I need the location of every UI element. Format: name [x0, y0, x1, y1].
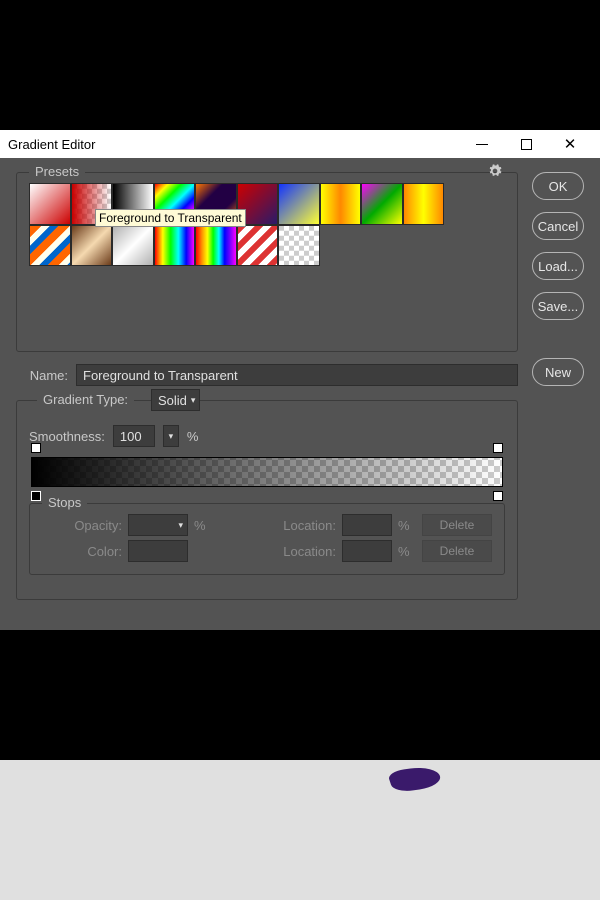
chevron-down-icon: ▾	[191, 395, 196, 406]
close-icon: ✕	[564, 135, 577, 153]
location-unit-1: %	[398, 518, 416, 533]
preset-swatch[interactable]	[29, 183, 71, 225]
save-button[interactable]: Save...	[532, 292, 584, 320]
gradient-bar[interactable]	[31, 457, 503, 487]
minimize-icon	[476, 144, 488, 145]
preset-tooltip: Foreground to Transparent	[95, 209, 246, 227]
gradient-preview[interactable]	[31, 457, 503, 487]
titlebar[interactable]: Gradient Editor ✕	[0, 130, 600, 158]
chevron-down-icon: ▾	[169, 431, 174, 442]
ok-button[interactable]: OK	[532, 172, 584, 200]
preset-swatch[interactable]	[71, 225, 113, 267]
color-label: Color:	[42, 544, 122, 559]
preset-swatch[interactable]	[195, 225, 237, 267]
color-swatch-input[interactable]	[128, 540, 188, 562]
smoothness-unit: %	[187, 429, 199, 444]
preset-swatch[interactable]	[361, 183, 403, 225]
location-unit-2: %	[398, 544, 416, 559]
chevron-down-icon: ▾	[178, 520, 183, 531]
new-button[interactable]: New	[532, 358, 584, 386]
preset-swatch[interactable]	[403, 183, 445, 225]
delete-opacity-stop-button[interactable]: Delete	[422, 514, 492, 536]
gradient-type-select[interactable]: Solid ▾	[151, 389, 200, 411]
name-row: Name:	[16, 364, 518, 386]
window-title: Gradient Editor	[8, 137, 460, 152]
gradient-editor-dialog: Gradient Editor ✕ Presets	[0, 130, 600, 630]
maximize-button[interactable]	[504, 130, 548, 158]
preset-swatch[interactable]	[154, 225, 196, 267]
name-label: Name:	[16, 368, 68, 383]
minimize-button[interactable]	[460, 130, 504, 158]
preset-swatch[interactable]	[29, 225, 71, 267]
preset-swatch[interactable]	[278, 225, 320, 267]
smoothness-dropdown[interactable]: ▾	[163, 425, 179, 447]
opacity-unit: %	[194, 518, 214, 533]
opacity-label: Opacity:	[42, 518, 122, 533]
load-button[interactable]: Load...	[532, 252, 584, 280]
gradient-type-value: Solid	[158, 393, 187, 408]
smoothness-label: Smoothness:	[29, 429, 105, 444]
maximize-icon	[521, 139, 532, 150]
location-label-1: Location:	[266, 518, 336, 533]
color-stop-right[interactable]	[493, 491, 503, 501]
close-button[interactable]: ✕	[548, 130, 592, 158]
presets-menu-button[interactable]	[487, 163, 503, 179]
location-input-1[interactable]	[342, 514, 392, 536]
name-input[interactable]	[76, 364, 518, 386]
location-label-2: Location:	[266, 544, 336, 559]
preset-swatch[interactable]	[278, 183, 320, 225]
smoothness-input[interactable]	[113, 425, 155, 447]
cancel-button[interactable]: Cancel	[532, 212, 584, 240]
opacity-stop-right[interactable]	[493, 443, 503, 453]
delete-color-stop-button[interactable]: Delete	[422, 540, 492, 562]
opacity-input[interactable]: ▾	[128, 514, 188, 536]
presets-legend: Presets	[29, 164, 85, 179]
location-input-2[interactable]	[342, 540, 392, 562]
gear-icon	[488, 164, 502, 178]
opacity-stop-left[interactable]	[31, 443, 41, 453]
gradient-type-label: Gradient Type:	[37, 392, 134, 407]
color-stop-left[interactable]	[31, 491, 41, 501]
preset-swatch[interactable]	[237, 225, 279, 267]
stops-legend: Stops	[42, 495, 87, 510]
stops-panel: Stops Opacity: ▾ % Location: % Delete Co…	[29, 503, 505, 575]
presets-panel: Presets	[16, 172, 518, 352]
gradient-settings-panel: Gradient Type: Solid ▾ Smoothness: ▾ %	[16, 400, 518, 600]
canvas-area	[0, 760, 600, 900]
preset-swatch[interactable]	[320, 183, 362, 225]
preset-swatch[interactable]	[112, 225, 154, 267]
